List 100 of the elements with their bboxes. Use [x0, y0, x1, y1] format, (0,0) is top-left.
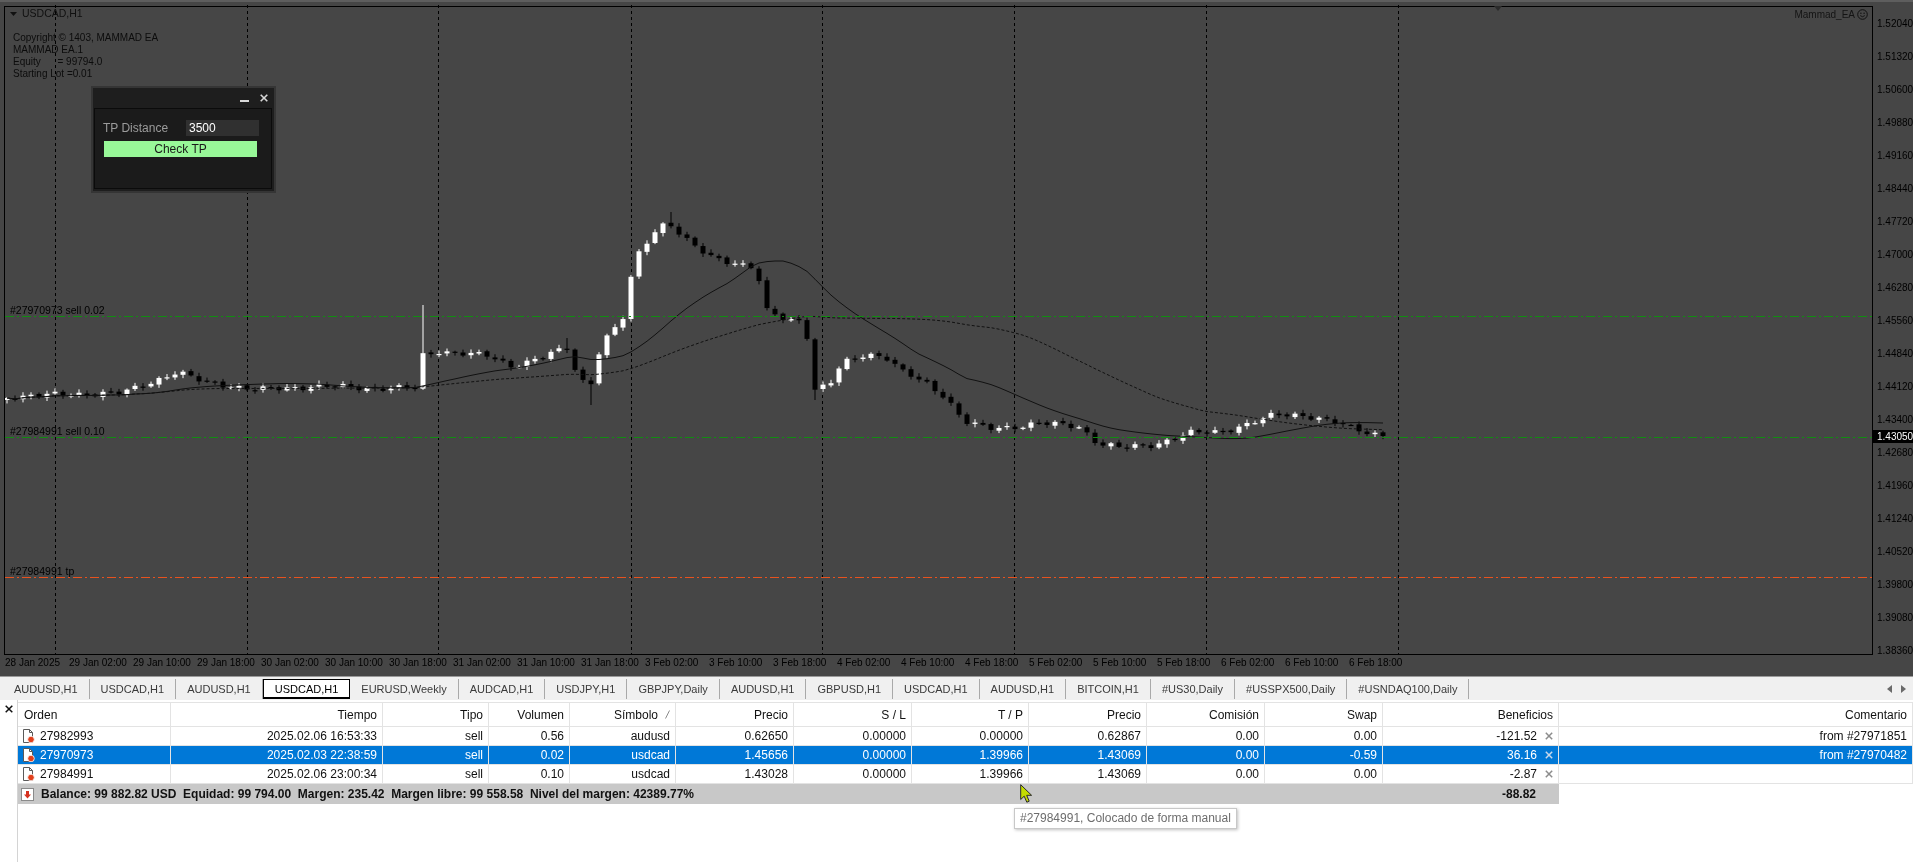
chart-tab[interactable]: AUDUSD,H1 [719, 678, 807, 699]
price-label: 1.49160 [1877, 150, 1913, 162]
time-label: 6 Feb 02:00 [1221, 657, 1275, 669]
check-tp-button[interactable]: Check TP [104, 141, 257, 157]
table-cell-text: -121.52 [1496, 728, 1537, 745]
time-label: 29 Jan 18:00 [197, 657, 255, 669]
chart-tab[interactable]: GBPUSD,H1 [806, 678, 894, 699]
chart-tab[interactable]: USDCAD,H1 [262, 678, 351, 699]
price-label: 1.39080 [1877, 612, 1913, 624]
time-label: 6 Feb 10:00 [1285, 657, 1339, 669]
column-header[interactable]: Comisión [1147, 702, 1265, 727]
order-label: #27970973 sell 0.02 [10, 304, 105, 316]
time-label: 3 Feb 18:00 [773, 657, 827, 669]
table-cell-text: 27970973 [40, 747, 94, 764]
right-arrow-icon[interactable] [1901, 684, 1906, 693]
column-header[interactable]: Precio [676, 702, 794, 727]
price-label: 1.50600 [1877, 84, 1913, 96]
triangle-marker-icon[interactable] [1494, 6, 1502, 11]
time-label: 3 Feb 02:00 [645, 657, 699, 669]
chart-tab[interactable]: GBPJPY,Daily [627, 678, 720, 699]
price-label: 1.44840 [1877, 348, 1913, 360]
tp-distance-field[interactable]: 3500 [186, 120, 259, 136]
price-label: 1.45560 [1877, 315, 1913, 327]
price-label: 1.40520 [1877, 546, 1913, 558]
info-text: Equity = 99794.0 [13, 56, 103, 68]
sort-icon [665, 710, 670, 719]
chart-tab[interactable]: USDJPY,H1 [545, 678, 628, 699]
column-header[interactable]: T / P [912, 702, 1029, 727]
caret-icon[interactable] [10, 11, 17, 16]
account-summary: Balance: 99 882.82 USD Equidad: 99 794.00 Margen: 235.42 Margen libre: 99 558.58 Nivel del margen: 42389.77% [41, 787, 694, 801]
time-label: 29 Jan 10:00 [133, 657, 191, 669]
column-header[interactable]: Orden [18, 702, 171, 727]
price-label: 1.46280 [1877, 282, 1913, 294]
field-label: TP Distance [103, 121, 169, 135]
chart-tab[interactable]: AUDUSD,H1 [979, 678, 1067, 699]
time-label: 5 Feb 10:00 [1093, 657, 1147, 669]
chart-tab[interactable]: USDCAD,H1 [893, 678, 980, 699]
time-label: 31 Jan 18:00 [581, 657, 639, 669]
price-label: 1.43400 [1877, 414, 1913, 426]
price-label: 1.51320 [1877, 51, 1913, 63]
table-cell-text: 27982993 [40, 728, 94, 745]
time-label: 28 Jan 2025 [5, 657, 61, 669]
time-label: 30 Jan 02:00 [261, 657, 319, 669]
chart-tab[interactable]: AUDUSD,H1 [3, 678, 90, 699]
order-label: #27984991 tp [10, 565, 75, 577]
info-text: MAMMAD EA.1 [13, 44, 83, 56]
column-header[interactable]: Tiempo [171, 702, 383, 727]
time-label: 4 Feb 10:00 [901, 657, 955, 669]
cursor-arrow-icon [1020, 784, 1033, 803]
chart-tab[interactable]: #US30,Daily [1150, 678, 1236, 699]
price-label: 1.47000 [1877, 249, 1913, 261]
price-label: 1.52040 [1877, 18, 1913, 30]
table-row[interactable]: 27982993 2025.02.06 16:53:33 sell 0.56 audusd 0.62650 0.00000 0.00000 0.62867 0.00 0.00 -121.52 from #27971851 [18, 727, 1913, 746]
chart-tab[interactable]: AUDUSD,H1 [176, 678, 263, 699]
chart-tab[interactable]: #USNDAQ100,Daily [1347, 678, 1470, 699]
table-cell-text: 36.16 [1506, 747, 1537, 764]
bid-price-label: 1.43050 [1873, 430, 1913, 443]
table-cell-text: -2.87 [1509, 766, 1537, 783]
down-arrow-icon [21, 787, 34, 801]
chart-tab[interactable]: EURUSD,Weekly [350, 678, 459, 699]
table-cell-text: 27984991 [40, 766, 94, 783]
close-icon[interactable] [4, 705, 13, 713]
info-text: Starting Lot =0.01 [13, 68, 93, 80]
price-label: 1.47720 [1877, 216, 1913, 228]
order-document-icon [21, 767, 35, 781]
column-header[interactable]: Swap [1265, 702, 1383, 727]
tooltip: #27984991, Colocado de forma manual [1014, 808, 1237, 829]
chart-tab[interactable]: AUDCAD,H1 [458, 678, 546, 699]
time-label: 4 Feb 02:00 [837, 657, 891, 669]
chart-tab[interactable]: #USSPX500,Daily [1235, 678, 1348, 699]
time-label: 31 Jan 02:00 [453, 657, 511, 669]
left-arrow-icon[interactable] [1887, 684, 1892, 693]
time-label: 29 Jan 02:00 [69, 657, 127, 669]
order-document-icon [21, 748, 35, 762]
price-label: 1.38360 [1877, 645, 1913, 657]
time-label: 3 Feb 10:00 [709, 657, 763, 669]
price-label: 1.44120 [1877, 381, 1913, 393]
chart-tab[interactable]: BITCOIN,H1 [1066, 678, 1151, 699]
table-row[interactable]: 27970973 2025.02.03 22:38:59 sell 0.02 usdcad 1.45656 0.00000 1.39966 1.43069 0.00 -0.59 36.16 from #27970482 [18, 746, 1913, 765]
column-header[interactable]: Símbolo [570, 702, 676, 727]
column-header[interactable]: Precio [1029, 702, 1147, 727]
smiley-icon [1857, 9, 1868, 20]
time-label: 30 Jan 18:00 [389, 657, 447, 669]
table-row[interactable]: 27984991 2025.02.06 23:00:34 sell 0.10 usdcad 1.43028 0.00000 1.39966 1.43069 0.00 0.00 -2.87 [18, 765, 1913, 784]
column-header[interactable]: Comentario [1559, 702, 1913, 727]
price-label: 1.49880 [1877, 117, 1913, 129]
time-label: 4 Feb 18:00 [965, 657, 1019, 669]
time-label: 30 Jan 10:00 [325, 657, 383, 669]
chart-tab[interactable]: USDCAD,H1 [89, 678, 177, 699]
price-label: 1.39800 [1877, 579, 1913, 591]
time-label: 31 Jan 10:00 [517, 657, 575, 669]
column-header[interactable]: S / L [794, 702, 912, 727]
time-label: 6 Feb 18:00 [1349, 657, 1403, 669]
time-label: 5 Feb 18:00 [1157, 657, 1211, 669]
order-label: #27984991 sell 0.10 [10, 425, 105, 437]
column-header[interactable]: Beneficios [1383, 702, 1559, 727]
price-label: 1.48440 [1877, 183, 1913, 195]
price-label: 1.41960 [1877, 480, 1913, 492]
column-header[interactable]: Tipo [383, 702, 489, 727]
info-text: Copyright © 1403, MAMMAD EA [13, 32, 159, 44]
